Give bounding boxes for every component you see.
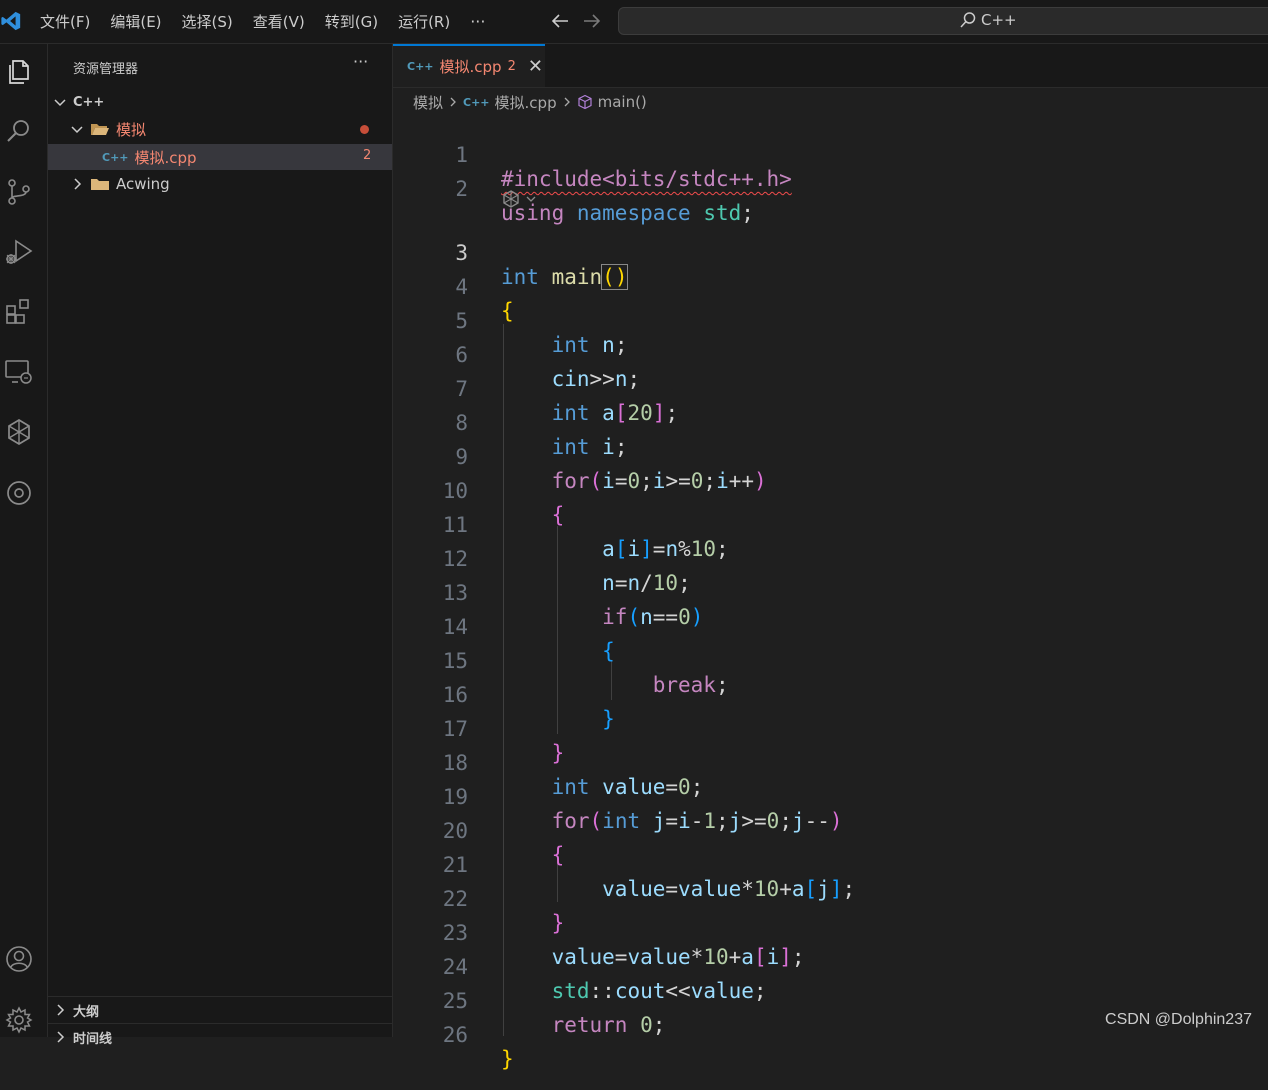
folder-open-icon [91,124,109,135]
timeline-label: 时间线 [73,1031,113,1047]
breadcrumb: 模拟 C++ 模拟.cpp main() [413,92,647,112]
chevron-right-icon [450,97,456,107]
source-control-icon[interactable] [4,177,34,207]
code-line: 20 { [393,790,1268,867]
explorer-sidebar: 资源管理器 ··· C++ 模拟 C++ 模拟.cpp 2 Acwing 大纲 … [48,44,393,1047]
folder-label: Acwing [116,175,170,193]
menu-selection[interactable]: 选择(S) [172,11,243,32]
file-problem-count: 2 [363,148,372,163]
explorer-title: 资源管理器 [73,62,139,77]
menu-run[interactable]: 运行(R) [388,11,460,32]
tab-problem-count: 2 [507,59,516,74]
tree-folder-mo-ni[interactable]: 模拟 [48,117,392,141]
code-line: 14 { [393,586,1268,663]
breadcrumb-folder[interactable]: 模拟 [413,92,443,113]
menu-go[interactable]: 转到(G) [315,11,388,32]
code-line: 16 } [393,654,1268,731]
folder-error-dot [360,125,369,134]
search-text: C++ [981,11,1017,29]
code-line: 4 { [393,246,1268,323]
folder-label: 模拟 [116,120,147,139]
activity-bar [0,44,48,1037]
code-line: 2 using namespace std; [393,148,1268,225]
tree-folder-acwing[interactable]: Acwing [48,172,392,196]
tab-label: 模拟.cpp [439,58,502,76]
code-line: 18 int value=0; [393,722,1268,799]
breadcrumb-file[interactable]: 模拟.cpp [495,92,557,113]
file-label: 模拟.cpp [134,148,197,167]
explorer-more-button[interactable]: ··· [353,52,368,71]
watermark: CSDN @Dolphin237 [1105,1011,1252,1028]
chevron-down-icon [54,99,66,107]
account-icon[interactable] [4,944,34,974]
code-line: 22 } [393,858,1268,935]
chevron-down-icon [526,196,536,202]
chevron-right-icon [57,1004,65,1016]
remote-explorer-icon[interactable] [4,357,34,387]
back-arrow-icon[interactable] [548,9,572,33]
chevron-down-icon [71,126,83,134]
forward-arrow-icon[interactable] [580,9,604,33]
editor-area: C++ 模拟.cpp 2 ✕ 模拟 C++ 模拟.cpp main() 1 #i… [393,44,1268,1071]
copilot-icon[interactable] [4,417,34,447]
close-icon[interactable]: ✕ [528,56,543,77]
code-line: 5 int n; [393,280,1268,357]
code-line: 24 std::cout<<value; [393,926,1268,1003]
line-number: 26 [442,1023,468,1047]
code-line: 9 for(i=0;i>=0;i++) [393,416,1268,493]
code-line: 11 a[i]=n%10; [393,484,1268,561]
explorer-icon[interactable] [4,56,34,86]
chevron-right-icon [74,178,82,190]
method-cube-icon [577,94,592,110]
run-debug-icon[interactable] [4,237,34,267]
copilot-icon [503,190,519,208]
tree-file-mo-ni-cpp[interactable]: C++ 模拟.cpp 2 [48,144,392,170]
search-icon [960,12,976,28]
timeline-target-icon[interactable] [4,478,34,508]
menu-more-button[interactable]: ··· [460,12,495,31]
code-line: 7 int a[20]; [393,348,1268,425]
line-number: 2 [455,177,468,201]
code-text: } [501,1047,514,1071]
copilot-codelens[interactable] [501,186,537,212]
breadcrumb-symbol[interactable]: main() [598,93,647,111]
menu-file[interactable]: 文件(F) [30,11,100,32]
code-line: 6 cin>>n; [393,314,1268,391]
vscode-logo-icon [1,11,21,31]
folder-icon [91,179,109,190]
code-line: 17 } [393,688,1268,765]
settings-gear-icon[interactable] [4,1005,34,1035]
search-icon[interactable] [4,116,34,146]
tab-mo-ni-cpp[interactable]: C++ 模拟.cpp 2 ✕ [393,44,545,87]
code-line: 23 value=value*10+a[i]; [393,892,1268,969]
cpp-file-icon: C++ [102,150,129,164]
code-line: 10 { [393,450,1268,527]
menu-edit[interactable]: 编辑(E) [100,11,171,32]
chevron-right-icon [564,97,570,107]
code-line: 3 int main() [393,212,1268,290]
outline-label: 大纲 [73,1004,100,1020]
menu-view[interactable]: 查看(V) [243,11,315,32]
tab-bar: C++ 模拟.cpp 2 ✕ [393,44,1268,88]
code-line: 25 return 0; [393,960,1268,1037]
code-line: 12 n=n/10; [393,518,1268,595]
workspace-root-label: C++ [73,94,105,110]
code-line: 21 value=value*10+a[j]; [393,824,1268,901]
code-line: 19 for(int j=i-1;j>=0;j--) [393,756,1268,833]
cpp-file-icon: C++ [463,95,490,109]
code-line: 15 break; [393,620,1268,697]
code-line: 1 #include<bits/stdc++.h> [393,114,1268,191]
menu-bar: 文件(F) 编辑(E) 选择(S) 查看(V) 转到(G) 运行(R) ··· [30,0,495,43]
outline-section[interactable]: 大纲 [48,996,392,1023]
cpp-file-icon: C++ [407,60,434,73]
workspace-root-c++[interactable]: C++ [48,90,392,114]
chevron-right-icon [57,1031,65,1043]
code-line: 8 int i; [393,382,1268,459]
code-line: 13 if(n==0) [393,552,1268,629]
title-bar: 文件(F) 编辑(E) 选择(S) 查看(V) 转到(G) 运行(R) ··· … [0,0,1268,44]
command-center-search[interactable]: C++ [618,7,1268,35]
extensions-icon[interactable] [4,297,34,327]
